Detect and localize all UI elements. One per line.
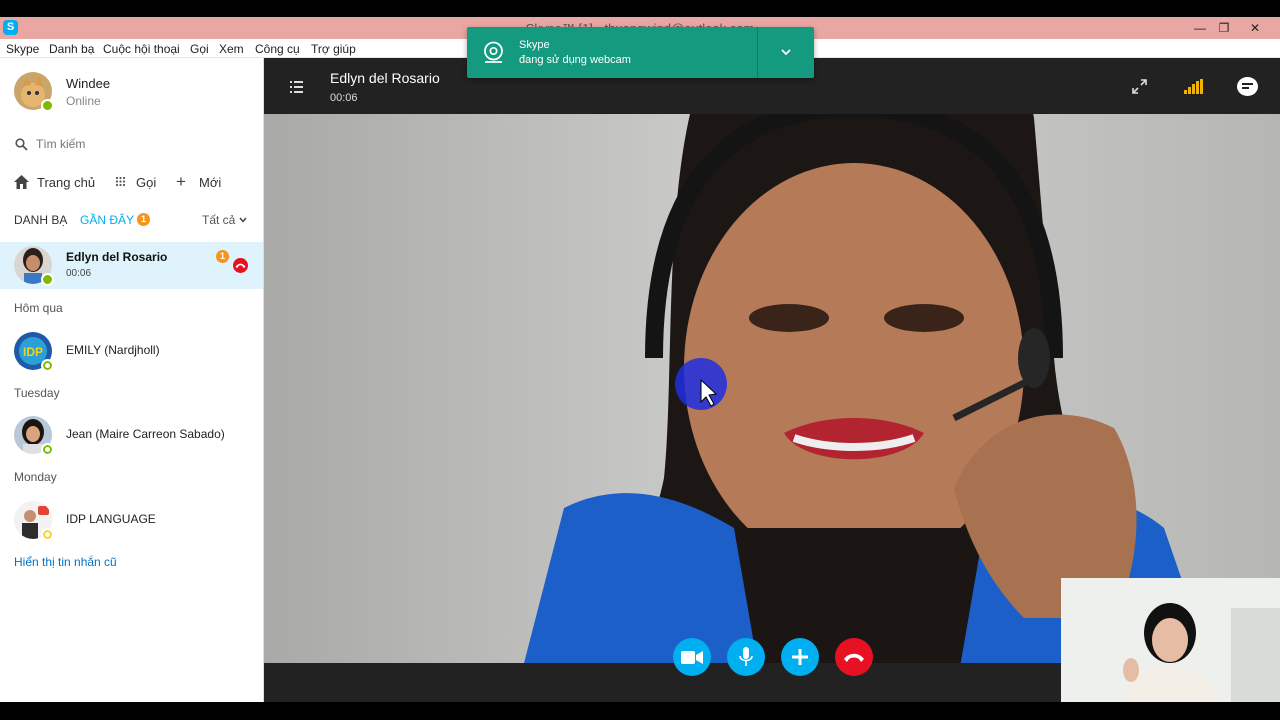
- group-label: Hôm qua: [14, 301, 63, 315]
- hang-up-icon: [235, 263, 246, 268]
- profile-status[interactable]: Online: [66, 94, 101, 108]
- home-label: Trang chủ: [37, 175, 96, 190]
- menu-view[interactable]: Xem: [219, 42, 244, 56]
- contact-avatar: [14, 501, 54, 541]
- group-label: Monday: [14, 470, 57, 484]
- webcam-notification[interactable]: Skype đang sử dụng webcam: [467, 27, 814, 78]
- mic-toggle-button[interactable]: [727, 638, 765, 676]
- end-call-button[interactable]: [233, 258, 248, 273]
- menu-call[interactable]: Gọi: [190, 42, 209, 56]
- contact-avatar: [14, 246, 54, 286]
- restore-button[interactable]: ❐: [1209, 17, 1239, 39]
- contact-name: EMILY (Nardjholl): [66, 343, 160, 357]
- list-item[interactable]: IDP LANGUAGE: [0, 497, 263, 543]
- sidebar: Windee Online Trang chủ Gọi + Mới DANH B…: [0, 58, 264, 702]
- show-older-messages-link[interactable]: Hiển thị tin nhắn cũ: [14, 555, 117, 569]
- svg-text:IDP: IDP: [23, 345, 43, 359]
- menu-tools[interactable]: Công cụ: [255, 42, 300, 56]
- dialpad-icon: [115, 176, 126, 187]
- menu-help[interactable]: Trợ giúp: [311, 42, 356, 56]
- online-status-icon: [41, 273, 54, 286]
- profile-avatar[interactable]: [14, 72, 54, 112]
- call-duration: 00:06: [66, 268, 92, 279]
- call-stage: Edlyn del Rosario 00:06: [264, 58, 1280, 702]
- fullscreen-icon[interactable]: [1132, 79, 1147, 94]
- menu-skype[interactable]: Skype: [6, 42, 39, 56]
- status-icon: [41, 528, 54, 541]
- plus-icon: +: [176, 172, 186, 191]
- home-nav[interactable]: Trang chủ: [14, 174, 104, 192]
- recent-badge: 1: [137, 213, 150, 226]
- close-button[interactable]: ✕: [1240, 17, 1270, 39]
- contact-name: Jean (Maire Carreon Sabado): [66, 427, 225, 441]
- chat-icon: [1242, 83, 1253, 89]
- group-label: Tuesday: [14, 386, 60, 400]
- new-label: Mới: [199, 175, 222, 190]
- add-participant-button[interactable]: [781, 638, 819, 676]
- online-status-icon: [41, 99, 54, 112]
- contact-avatar: IDP: [14, 332, 54, 372]
- list-item[interactable]: IDP EMILY (Nardjholl): [0, 328, 263, 374]
- notification-text: đang sử dụng webcam: [519, 54, 631, 66]
- call-quality-icon[interactable]: [1184, 79, 1203, 94]
- tab-recent[interactable]: GẦN ĐÂY: [80, 213, 134, 227]
- filter-dropdown[interactable]: Tất cả: [202, 213, 235, 227]
- menu-conversations[interactable]: Cuộc hội thoại: [103, 42, 180, 56]
- self-view-preview[interactable]: [1061, 578, 1280, 702]
- menu-contacts[interactable]: Danh bạ: [49, 42, 94, 56]
- microphone-icon: [739, 647, 753, 666]
- plus-icon: [792, 649, 808, 665]
- search-input[interactable]: [36, 135, 236, 153]
- new-nav[interactable]: + Mới: [176, 172, 236, 192]
- search-icon: [15, 138, 28, 151]
- hang-up-icon: [844, 653, 864, 662]
- bottom-black-bar: [0, 702, 1280, 720]
- profile-name[interactable]: Windee: [66, 76, 110, 91]
- tab-contacts[interactable]: DANH BẠ: [14, 213, 67, 227]
- search-box[interactable]: [14, 135, 250, 155]
- divider: [757, 27, 758, 78]
- call-timer: 00:06: [330, 92, 358, 104]
- call-contact-name: Edlyn del Rosario: [330, 70, 440, 86]
- webcam-icon: [484, 41, 503, 63]
- top-black-bar: [0, 0, 1280, 17]
- list-icon[interactable]: [290, 81, 303, 93]
- call-nav[interactable]: Gọi: [115, 174, 165, 192]
- call-label: Gọi: [136, 175, 157, 190]
- contact-name: Edlyn del Rosario: [66, 250, 168, 264]
- video-camera-icon: [681, 650, 703, 664]
- list-item[interactable]: Jean (Maire Carreon Sabado): [0, 412, 263, 458]
- end-call-button[interactable]: [835, 638, 873, 676]
- recent-item-active[interactable]: Edlyn del Rosario 00:06 1: [0, 242, 263, 289]
- contact-name: IDP LANGUAGE: [66, 512, 156, 526]
- home-icon: [14, 175, 29, 189]
- video-toggle-button[interactable]: [673, 638, 711, 676]
- unread-badge: 1: [216, 250, 229, 263]
- chevron-down-icon[interactable]: [781, 49, 791, 56]
- contact-avatar: [14, 416, 54, 456]
- status-icon: [41, 359, 54, 372]
- status-icon: [41, 443, 54, 456]
- chat-button[interactable]: [1237, 77, 1258, 96]
- notification-title: Skype: [519, 39, 550, 51]
- chevron-down-icon[interactable]: [239, 217, 247, 223]
